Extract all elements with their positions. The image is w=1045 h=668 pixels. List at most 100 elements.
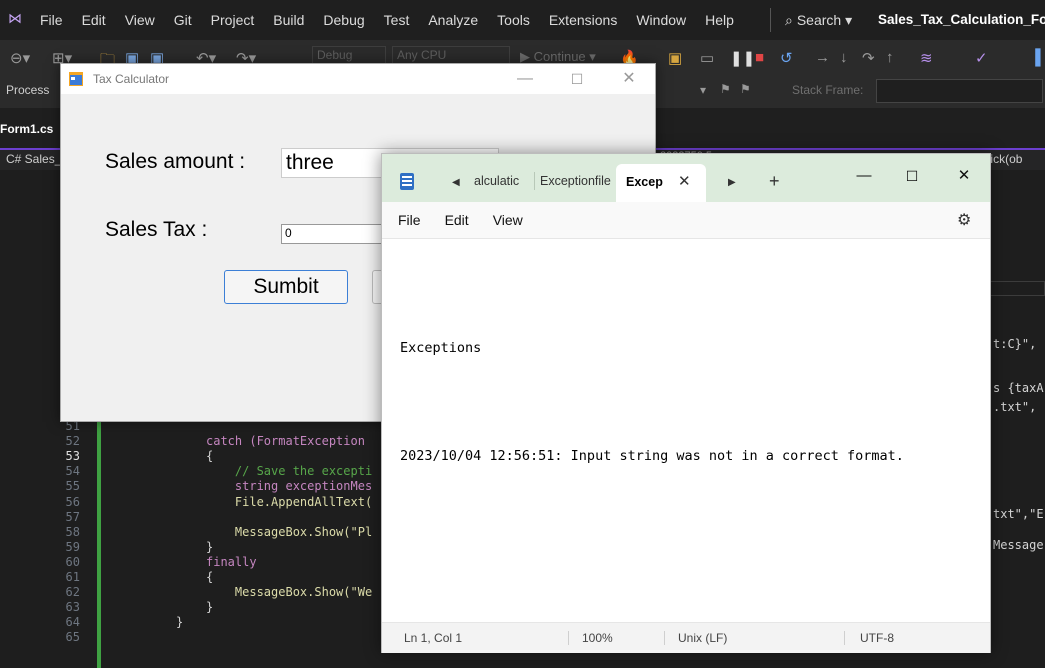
vs-menu-edit[interactable]: Edit <box>82 12 106 28</box>
minimize-button[interactable]: — <box>505 66 545 92</box>
code-line: { <box>206 570 214 584</box>
step-icon[interactable]: ↷ <box>862 49 875 67</box>
vs-menu-debug[interactable]: Debug <box>323 12 364 28</box>
close-button[interactable]: ✕ <box>942 164 986 188</box>
vs-search-button[interactable]: ⌕ Search ▾ <box>770 8 852 32</box>
notepad-menu-edit[interactable]: Edit <box>445 212 469 228</box>
tab-form1-cs[interactable]: Form1.cs <box>0 122 53 136</box>
code-line: { <box>206 449 214 464</box>
line-number: 62 <box>65 585 80 600</box>
window-layout-icon[interactable]: ▭ <box>700 49 714 67</box>
tools-icon[interactable]: ▣ <box>668 49 682 67</box>
line-number: 52 <box>65 434 80 449</box>
vs-menu-window[interactable]: Window <box>636 12 686 28</box>
line-number: 54 <box>65 464 80 479</box>
vs-menu-project[interactable]: Project <box>211 12 255 28</box>
status-divider <box>844 631 845 645</box>
step-out-icon[interactable]: ↑ <box>886 49 894 66</box>
code-line: catch (FormatException <box>206 434 365 449</box>
notepad-text-area[interactable]: Exceptions 2023/10/04 12:56:51: Input st… <box>400 258 904 546</box>
nav-project-dropdown[interactable]: C# Sales_ <box>6 152 61 166</box>
notepad-menu-list: File Edit View <box>398 212 547 228</box>
flag-icon[interactable]: ⚑ <box>720 82 731 96</box>
spell-check-icon[interactable]: ✓ <box>975 49 988 67</box>
diagnostics-icon[interactable]: ≋ <box>920 49 933 67</box>
new-tab-icon[interactable]: + <box>769 171 780 192</box>
restart-icon[interactable]: ↺ <box>780 49 793 67</box>
visual-studio-logo-icon: ⋈ <box>8 10 22 26</box>
vs-menu-test[interactable]: Test <box>384 12 410 28</box>
vs-project-title: Sales_Tax_Calculation_Fo <box>878 12 1045 27</box>
sales-tax-label: Sales Tax : <box>105 218 208 241</box>
stack-frame-select[interactable] <box>876 79 1043 103</box>
vs-menu-git[interactable]: Git <box>174 12 192 28</box>
vs-menu-view[interactable]: View <box>125 12 155 28</box>
vs-menu-tools[interactable]: Tools <box>497 12 530 28</box>
notepad-titlebar[interactable]: ◀ alculatic Exceptionfile Excep ✕ ▶ + — … <box>382 154 990 202</box>
vs-search-label: Search ▾ <box>796 11 853 28</box>
status-divider <box>664 631 665 645</box>
close-button[interactable]: ✕ <box>609 66 649 92</box>
line-number: 56 <box>65 494 80 509</box>
line-number: 60 <box>65 554 80 569</box>
line-number: 61 <box>65 570 80 584</box>
scroll-tabs-right-icon[interactable]: ▶ <box>728 177 736 188</box>
tax-calculator-title: Tax Calculator <box>93 72 170 86</box>
vs-menu-analyze[interactable]: Analyze <box>428 12 478 28</box>
extra-icon[interactable]: ▐ <box>1030 49 1041 66</box>
notepad-tab[interactable]: Exceptionfile <box>540 174 614 188</box>
notepad-app-icon <box>400 173 414 190</box>
notepad-window: ◀ alculatic Exceptionfile Excep ✕ ▶ + — … <box>381 153 991 653</box>
line-number: 53 <box>65 449 80 464</box>
code-line: File.AppendAllText( <box>206 494 373 509</box>
notepad-active-tab[interactable]: Excep ✕ <box>616 164 706 202</box>
maximize-button[interactable]: ☐ <box>557 66 597 92</box>
scroll-tabs-left-icon[interactable]: ◀ <box>452 177 460 188</box>
line-number: 63 <box>65 600 80 615</box>
winforms-app-icon <box>69 72 83 86</box>
thread-flag-icon[interactable]: ⚑ <box>740 82 751 96</box>
tab-divider <box>534 172 535 190</box>
step-over-icon[interactable]: → <box>815 49 830 66</box>
step-into-icon[interactable]: ↓ <box>840 49 848 66</box>
submit-button[interactable]: Sumbit <box>224 270 348 304</box>
close-tab-icon[interactable]: ✕ <box>678 172 691 190</box>
stop-icon[interactable]: ■ <box>755 49 764 66</box>
code-fragment: txt","E <box>993 507 1044 521</box>
notepad-menu-view[interactable]: View <box>493 212 523 228</box>
line-number: 65 <box>65 630 80 645</box>
settings-gear-icon[interactable]: ⚙ <box>957 210 971 230</box>
vs-menu-file[interactable]: File <box>40 12 63 28</box>
maximize-button[interactable]: ☐ <box>890 164 934 188</box>
tax-calculator-titlebar[interactable]: Tax Calculator — ☐ ✕ <box>61 64 655 94</box>
vs-menu-extensions[interactable]: Extensions <box>549 12 617 28</box>
notepad-menu-file[interactable]: File <box>398 212 421 228</box>
code-fragment: s {taxA <box>993 381 1044 395</box>
vs-menu-bar: ⋈ File Edit View Git Project Build Debug Test An… <box>0 0 1045 40</box>
encoding[interactable]: UTF-8 <box>860 631 894 645</box>
code-line: // Save the excepti <box>206 464 373 479</box>
status-divider <box>568 631 569 645</box>
line-number: 55 <box>65 479 80 494</box>
process-label: Process <box>6 83 50 97</box>
code-line: string exceptionMes <box>206 479 373 494</box>
back-icon[interactable]: ⊖▾ <box>10 49 30 67</box>
dropdown-chevron-icon[interactable]: ▾ <box>700 83 706 97</box>
notepad-menu-bar: File Edit View ⚙ <box>382 202 990 239</box>
vs-menu-help[interactable]: Help <box>705 12 734 28</box>
code-line: } <box>206 539 214 554</box>
notepad-tab[interactable]: alculatic <box>474 174 538 188</box>
minimize-button[interactable]: — <box>842 164 886 188</box>
line-ending[interactable]: Unix (LF) <box>678 631 727 645</box>
zoom-level[interactable]: 100% <box>582 631 613 645</box>
code-line: } <box>176 615 184 630</box>
line-number: 57 <box>65 509 80 524</box>
sales-amount-label: Sales amount : <box>105 150 246 173</box>
vs-menu-build[interactable]: Build <box>273 12 304 28</box>
notepad-active-tab-label: Excep <box>626 175 663 189</box>
pause-icon[interactable]: ❚❚ <box>730 49 755 67</box>
vs-menu-list: File Edit View Git Project Build Debug Test Anal… <box>40 0 753 40</box>
text-line: 2023/10/04 12:56:51: Input string was no… <box>400 448 904 464</box>
search-icon: ⌕ <box>785 11 793 28</box>
line-number: 64 <box>65 615 80 630</box>
